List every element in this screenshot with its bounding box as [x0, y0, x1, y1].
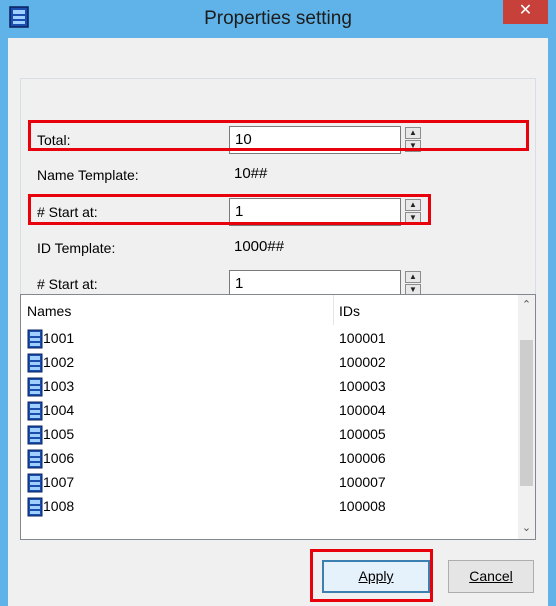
total-row: Total: 10 ▲ ▼ — [21, 125, 537, 155]
spin-up-icon[interactable]: ▲ — [405, 127, 421, 139]
title-bar[interactable]: Properties setting ✕ — [0, 0, 556, 38]
scrollbar-thumb[interactable] — [520, 340, 533, 486]
item-id: 100008 — [339, 498, 386, 514]
list-item-icon — [27, 473, 43, 493]
item-id: 100001 — [339, 330, 386, 346]
name-start-label: # Start at: — [37, 204, 98, 220]
name-template-input[interactable]: 10## — [229, 161, 401, 189]
total-input[interactable]: 10 — [229, 126, 401, 154]
total-spinner[interactable]: ▲ ▼ — [405, 127, 421, 152]
list-item-icon — [27, 329, 43, 349]
list-item-icon — [27, 497, 43, 517]
spin-down-icon[interactable]: ▼ — [405, 212, 421, 224]
item-id: 100007 — [339, 474, 386, 490]
settings-group: Total: 10 ▲ ▼ Name Template: 10## # Star… — [20, 78, 536, 318]
list-header: Names IDs — [21, 295, 521, 325]
apply-button-label: Apply — [358, 568, 394, 584]
name-start-row: # Start at: 1 ▲ ▼ — [21, 197, 537, 227]
close-button[interactable]: ✕ — [503, 0, 548, 24]
total-label: Total: — [37, 132, 71, 148]
list-item[interactable]: 1006 100006 — [21, 447, 521, 471]
apply-button[interactable]: Apply — [322, 560, 430, 593]
list-item[interactable]: 1005 100005 — [21, 423, 521, 447]
list-item-icon — [27, 353, 43, 373]
item-name: 1001 — [43, 330, 75, 346]
list-item[interactable]: 1003 100003 — [21, 375, 521, 399]
column-header-ids[interactable]: IDs — [339, 303, 360, 319]
spin-up-icon[interactable]: ▲ — [405, 271, 421, 283]
item-id: 100006 — [339, 450, 386, 466]
vertical-scrollbar[interactable]: ⌃ ⌄ — [518, 295, 535, 539]
names-ids-list[interactable]: Names IDs 1001 100001 1002 100002 1003 100003… — [20, 294, 536, 540]
item-name: 1004 — [43, 402, 75, 418]
spin-up-icon[interactable]: ▲ — [405, 199, 421, 211]
item-id: 100002 — [339, 354, 386, 370]
item-name: 1005 — [43, 426, 75, 442]
scroll-down-icon[interactable]: ⌄ — [518, 520, 535, 537]
list-item-icon — [27, 377, 43, 397]
id-start-label: # Start at: — [37, 276, 98, 292]
dialog-client-area: Total: 10 ▲ ▼ Name Template: 10## # Star… — [8, 38, 548, 606]
item-name: 1008 — [43, 498, 75, 514]
name-template-row: Name Template: 10## — [21, 160, 537, 190]
cancel-button-label: Cancel — [469, 568, 513, 584]
item-id: 100004 — [339, 402, 386, 418]
window-title: Properties setting — [204, 8, 352, 29]
id-start-spinner[interactable]: ▲ ▼ — [405, 271, 421, 296]
item-name: 1006 — [43, 450, 75, 466]
name-start-input[interactable]: 1 — [229, 198, 401, 226]
list-item-icon — [27, 425, 43, 445]
list-item[interactable]: 1001 100001 — [21, 327, 521, 351]
item-name: 1002 — [43, 354, 75, 370]
list-item[interactable]: 1007 100007 — [21, 471, 521, 495]
properties-dialog: Properties setting ✕ Total: 10 ▲ ▼ Name … — [0, 0, 556, 606]
id-template-label: ID Template: — [37, 240, 116, 256]
cancel-button[interactable]: Cancel — [448, 560, 534, 593]
item-name: 1007 — [43, 474, 75, 490]
list-item[interactable]: 1002 100002 — [21, 351, 521, 375]
id-template-row: ID Template: 1000## — [21, 233, 537, 263]
id-template-input[interactable]: 1000## — [229, 234, 401, 262]
name-template-label: Name Template: — [37, 167, 139, 183]
item-id: 100003 — [339, 378, 386, 394]
item-id: 100005 — [339, 426, 386, 442]
spin-down-icon[interactable]: ▼ — [405, 140, 421, 152]
list-item-icon — [27, 401, 43, 421]
scroll-up-icon[interactable]: ⌃ — [518, 297, 535, 314]
list-item[interactable]: 1004 100004 — [21, 399, 521, 423]
name-start-spinner[interactable]: ▲ ▼ — [405, 199, 421, 224]
column-divider[interactable] — [333, 295, 334, 325]
item-name: 1003 — [43, 378, 75, 394]
list-item[interactable]: 1008 100008 — [21, 495, 521, 519]
column-header-names[interactable]: Names — [27, 303, 71, 319]
list-item-icon — [27, 449, 43, 469]
